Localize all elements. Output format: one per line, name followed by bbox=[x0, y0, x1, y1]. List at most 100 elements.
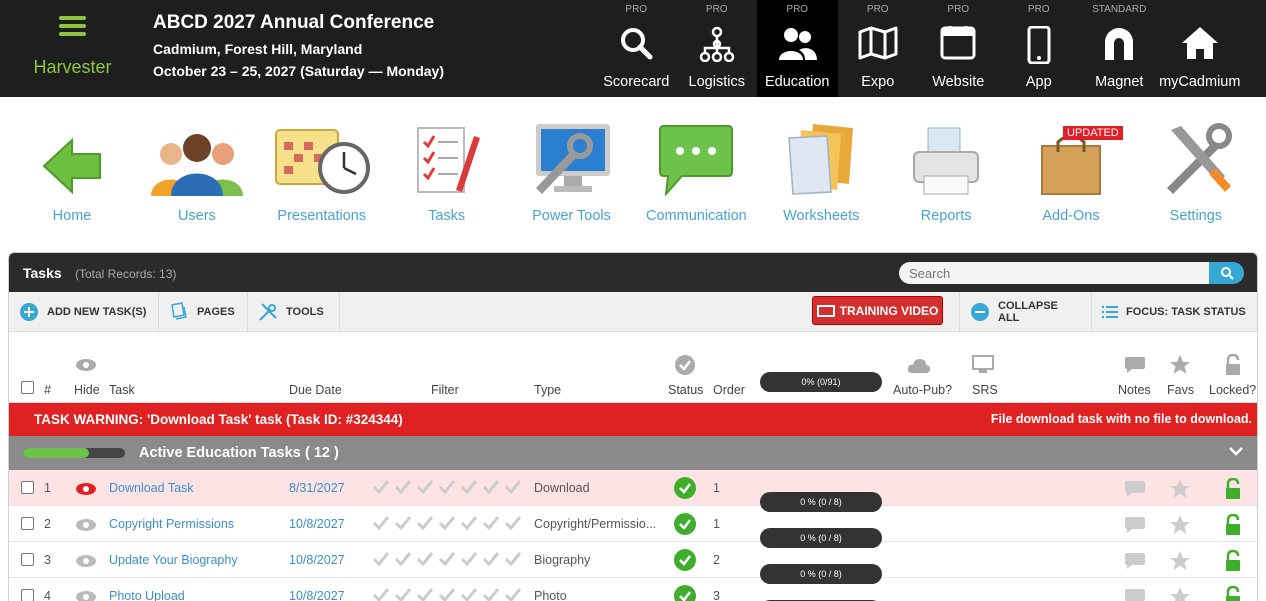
hamburger-menu-icon[interactable] bbox=[59, 16, 86, 36]
module-scorecard[interactable]: PRO Scorecard bbox=[596, 0, 677, 97]
status-ok-icon[interactable] bbox=[674, 477, 696, 499]
group-header[interactable]: Active Education Tasks ( 12 ) bbox=[9, 436, 1257, 470]
module-logistics[interactable]: PRO Logistics bbox=[677, 0, 758, 97]
nav-power-tools[interactable]: Power Tools bbox=[510, 110, 634, 235]
filter-check-icon[interactable] bbox=[438, 587, 456, 601]
filter-check-icon[interactable] bbox=[460, 587, 478, 601]
filter-check-icon[interactable] bbox=[482, 479, 500, 495]
row-checkbox[interactable] bbox=[21, 517, 34, 530]
filter-check-icon[interactable] bbox=[504, 515, 522, 531]
status-ok-icon[interactable] bbox=[674, 513, 696, 535]
row-checkbox[interactable] bbox=[21, 553, 34, 566]
col-task[interactable]: Task bbox=[109, 383, 135, 397]
col-srs[interactable]: SRS bbox=[972, 383, 998, 397]
filter-checks[interactable] bbox=[372, 587, 522, 601]
filter-check-icon[interactable] bbox=[460, 551, 478, 567]
nav-add-ons[interactable]: UPDATED Add-Ons bbox=[1009, 110, 1133, 235]
filter-check-icon[interactable] bbox=[482, 551, 500, 567]
nav-tasks[interactable]: Tasks bbox=[385, 110, 509, 235]
comment-icon[interactable] bbox=[1124, 516, 1146, 534]
col-auto-pub[interactable]: Auto-Pub? bbox=[893, 383, 952, 397]
filter-checks[interactable] bbox=[372, 551, 522, 567]
collapse-all-button[interactable]: COLLAPSE ALL bbox=[959, 292, 1092, 332]
filter-check-icon[interactable] bbox=[482, 587, 500, 601]
filter-check-icon[interactable] bbox=[372, 587, 390, 601]
filter-check-icon[interactable] bbox=[504, 551, 522, 567]
eye-icon[interactable] bbox=[75, 590, 97, 601]
table-row[interactable]: 3 Update Your Biography 10/8/2027 Biogra… bbox=[9, 542, 1257, 584]
nav-settings[interactable]: Settings bbox=[1134, 110, 1258, 235]
filter-check-icon[interactable] bbox=[394, 479, 412, 495]
col-filter[interactable]: Filter bbox=[431, 383, 459, 397]
module-mycadmium[interactable]: myCadmium bbox=[1159, 0, 1240, 97]
table-row[interactable]: 2 Copyright Permissions 10/8/2027 Copyri… bbox=[9, 506, 1257, 548]
star-icon[interactable] bbox=[1169, 514, 1191, 536]
filter-check-icon[interactable] bbox=[416, 551, 434, 567]
nav-communication[interactable]: Communication bbox=[634, 110, 758, 235]
filter-check-icon[interactable] bbox=[482, 515, 500, 531]
nav-users[interactable]: Users bbox=[135, 110, 259, 235]
lock-icon[interactable] bbox=[1225, 478, 1241, 500]
col-locked[interactable]: Locked? bbox=[1209, 383, 1256, 397]
due-date[interactable]: 10/8/2027 bbox=[289, 589, 345, 601]
filter-check-icon[interactable] bbox=[372, 515, 390, 531]
task-link[interactable]: Photo Upload bbox=[109, 589, 185, 601]
filter-check-icon[interactable] bbox=[438, 479, 456, 495]
nav-worksheets[interactable]: Worksheets bbox=[759, 110, 883, 235]
filter-check-icon[interactable] bbox=[460, 515, 478, 531]
col-favs[interactable]: Favs bbox=[1167, 383, 1194, 397]
table-row[interactable]: 4 Photo Upload 10/8/2027 Photo 3 0 % (0 … bbox=[9, 578, 1257, 601]
filter-check-icon[interactable] bbox=[394, 551, 412, 567]
chevron-down-icon[interactable] bbox=[1229, 446, 1243, 456]
lock-icon[interactable] bbox=[1225, 586, 1241, 601]
eye-icon[interactable] bbox=[75, 554, 97, 568]
module-expo[interactable]: PRO Expo bbox=[838, 0, 919, 97]
col-hide[interactable]: Hide bbox=[74, 383, 100, 397]
task-link[interactable]: Update Your Biography bbox=[109, 553, 238, 567]
filter-check-icon[interactable] bbox=[394, 515, 412, 531]
filter-check-icon[interactable] bbox=[394, 587, 412, 601]
filter-check-icon[interactable] bbox=[504, 479, 522, 495]
filter-check-icon[interactable] bbox=[438, 551, 456, 567]
col-notes[interactable]: Notes bbox=[1118, 383, 1151, 397]
task-link[interactable]: Copyright Permissions bbox=[109, 517, 234, 531]
filter-check-icon[interactable] bbox=[460, 479, 478, 495]
filter-check-icon[interactable] bbox=[372, 551, 390, 567]
status-ok-icon[interactable] bbox=[674, 549, 696, 571]
filter-check-icon[interactable] bbox=[504, 587, 522, 601]
star-icon[interactable] bbox=[1169, 550, 1191, 572]
comment-icon[interactable] bbox=[1124, 480, 1146, 498]
nav-presentations[interactable]: Presentations bbox=[260, 110, 384, 235]
row-checkbox[interactable] bbox=[21, 589, 34, 601]
comment-icon[interactable] bbox=[1124, 588, 1146, 601]
filter-check-icon[interactable] bbox=[372, 479, 390, 495]
focus-button[interactable]: FOCUS: TASK STATUS bbox=[1092, 292, 1257, 332]
module-website[interactable]: PRO Website bbox=[918, 0, 999, 97]
search-button[interactable] bbox=[1209, 262, 1244, 284]
filter-check-icon[interactable] bbox=[416, 479, 434, 495]
brand[interactable]: Harvester bbox=[0, 0, 145, 97]
due-date[interactable]: 10/8/2027 bbox=[289, 553, 345, 567]
tools-button[interactable]: TOOLS bbox=[248, 292, 340, 332]
col-due-date[interactable]: Due Date bbox=[289, 383, 342, 397]
filter-checks[interactable] bbox=[372, 479, 522, 495]
col-type[interactable]: Type bbox=[534, 383, 561, 397]
select-all-checkbox[interactable] bbox=[21, 381, 34, 394]
filter-check-icon[interactable] bbox=[438, 515, 456, 531]
lock-icon[interactable] bbox=[1225, 550, 1241, 572]
table-row[interactable]: 1 Download Task 8/31/2027 Download 1 0 %… bbox=[9, 470, 1257, 512]
lock-icon[interactable] bbox=[1225, 514, 1241, 536]
filter-check-icon[interactable] bbox=[416, 515, 434, 531]
module-app[interactable]: PRO App bbox=[999, 0, 1080, 97]
row-checkbox[interactable] bbox=[21, 481, 34, 494]
due-date[interactable]: 10/8/2027 bbox=[289, 517, 345, 531]
status-ok-icon[interactable] bbox=[674, 585, 696, 601]
eye-icon[interactable] bbox=[75, 518, 97, 532]
eye-icon[interactable] bbox=[75, 482, 97, 496]
module-magnet[interactable]: STANDARD Magnet bbox=[1079, 0, 1160, 97]
module-education[interactable]: PRO Education bbox=[757, 0, 838, 97]
star-icon[interactable] bbox=[1169, 478, 1191, 500]
due-date[interactable]: 8/31/2027 bbox=[289, 481, 345, 495]
add-task-button[interactable]: ADD NEW TASK(S) bbox=[9, 292, 159, 332]
pages-button[interactable]: PAGES bbox=[159, 292, 248, 332]
